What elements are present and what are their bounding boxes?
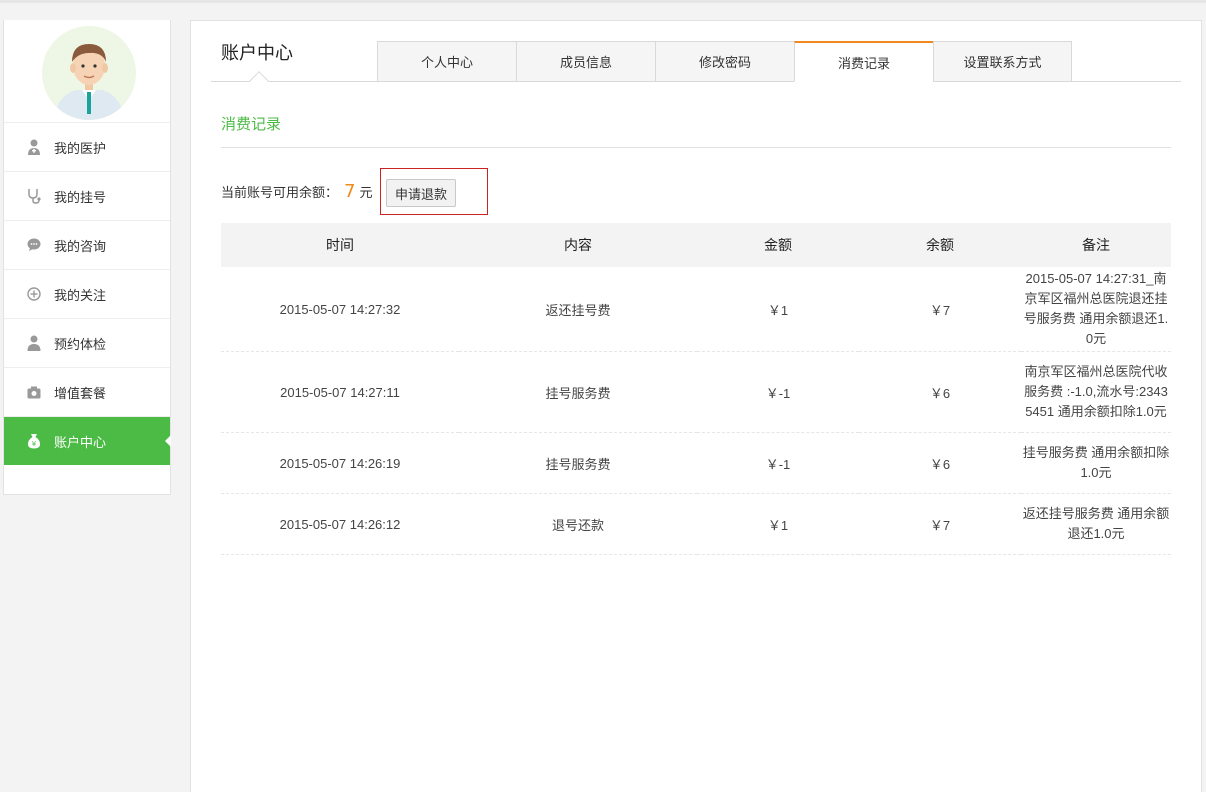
refund-request-button[interactable]: 申请退款 [386,179,456,207]
doctor-avatar-icon [42,26,136,120]
avatar-area [4,20,170,122]
avatar[interactable] [42,26,136,120]
cell-time: 2015-05-07 14:27:32 [221,267,459,352]
cell-note: 2015-05-07 14:27:31_南京军区福州总医院退还挂号服务费 通用余… [1021,267,1171,352]
cell-note: 挂号服务费 通用余额扣除1.0元 [1021,432,1171,494]
records-table: 时间 内容 金额 余额 备注 2015-05-07 14:27:32 返还挂号费… [221,223,1171,555]
sidebar-item-label: 账户中心 [54,435,107,451]
cell-time: 2015-05-07 14:26:12 [221,493,459,555]
cell-content: 挂号服务费 [459,351,697,433]
sidebar-item-my-care[interactable]: 我的医护 [4,122,170,171]
chat-bubble-icon [26,237,42,253]
header-amount: 金额 [697,223,859,267]
sidebar-item-packages[interactable]: 增值套餐 [4,367,170,416]
cell-time: 2015-05-07 14:27:11 [221,351,459,433]
tab-change-password[interactable]: 修改密码 [655,41,794,82]
table-row: 2015-05-07 14:27:11 挂号服务费 ￥-1 ￥6 南京军区福州总… [221,351,1171,433]
stethoscope-icon [26,188,42,204]
cell-note: 南京军区福州总医院代收服务费 :-1.0,流水号:23435451 通用余额扣除… [1021,351,1171,433]
cell-balance: ￥6 [859,351,1021,433]
top-border [0,0,1206,3]
header-balance: 余额 [859,223,1021,267]
sidebar-item-my-consult[interactable]: 我的咨询 [4,220,170,269]
tab-consumption-records[interactable]: 消费记录 [794,41,933,82]
header-note: 备注 [1021,223,1171,267]
person-icon [26,335,42,351]
tab-contact-settings[interactable]: 设置联系方式 [933,41,1072,82]
header-content: 内容 [459,223,697,267]
tab-personal-center[interactable]: 个人中心 [377,41,516,82]
main-panel: 账户中心 个人中心 成员信息 修改密码 消费记录 设置联系方式 消费记录 当前账… [190,20,1202,792]
header-time: 时间 [221,223,459,267]
table-row: 2015-05-07 14:26:19 挂号服务费 ￥-1 ￥6 挂号服务费 通… [221,432,1171,494]
page-title: 账户中心 [221,43,293,64]
cell-balance: ￥7 [859,267,1021,352]
balance-row: 当前账号可用余额： 7 元 [221,181,372,202]
table-row: 2015-05-07 14:27:32 返还挂号费 ￥1 ￥7 2015-05-… [221,267,1171,352]
cell-content: 退号还款 [459,493,697,555]
sidebar-item-checkup[interactable]: 预约体检 [4,318,170,367]
sidebar-item-label: 我的挂号 [54,190,107,206]
sidebar-item-account-center[interactable]: ¥ 账户中心 [4,416,171,465]
camera-icon [26,384,42,400]
table-row: 2015-05-07 14:26:12 退号还款 ￥1 ￥7 返还挂号服务费 通… [221,493,1171,555]
section-divider [221,147,1171,148]
cell-amount: ￥-1 [697,432,859,494]
cell-amount: ￥-1 [697,351,859,433]
cell-amount: ￥1 [697,267,859,352]
sidebar-item-label: 增值套餐 [54,386,107,402]
cell-balance: ￥6 [859,432,1021,494]
sidebar-item-label: 预约体检 [54,337,107,353]
table-header-row: 时间 内容 金额 余额 备注 [221,223,1171,267]
sidebar-item-label: 我的医护 [54,141,107,157]
cell-time: 2015-05-07 14:26:19 [221,432,459,494]
cell-amount: ￥1 [697,493,859,555]
sidebar: 我的医护 我的挂号 我的咨询 我的关注 预约体检 增值套餐 ¥ 账户中心 [3,20,171,495]
cell-content: 挂号服务费 [459,432,697,494]
money-bag-icon: ¥ [26,433,42,449]
tab-member-info[interactable]: 成员信息 [516,41,655,82]
sidebar-item-my-registration[interactable]: 我的挂号 [4,171,170,220]
section-title: 消费记录 [221,115,282,133]
tab-bar: 个人中心 成员信息 修改密码 消费记录 设置联系方式 [377,41,1072,82]
nurse-icon [26,139,42,155]
cell-note: 返还挂号服务费 通用余额退还1.0元 [1021,493,1171,555]
cell-content: 返还挂号费 [459,267,697,352]
sidebar-item-label: 我的咨询 [54,239,107,255]
svg-text:¥: ¥ [32,440,37,448]
title-caret [249,71,269,91]
balance-label: 当前账号可用余额： [221,186,339,201]
cell-balance: ￥7 [859,493,1021,555]
plus-circle-icon [26,286,42,302]
balance-value: 7 [344,181,356,202]
sidebar-item-my-follow[interactable]: 我的关注 [4,269,170,318]
balance-unit: 元 [359,186,373,201]
sidebar-item-label: 我的关注 [54,288,107,304]
